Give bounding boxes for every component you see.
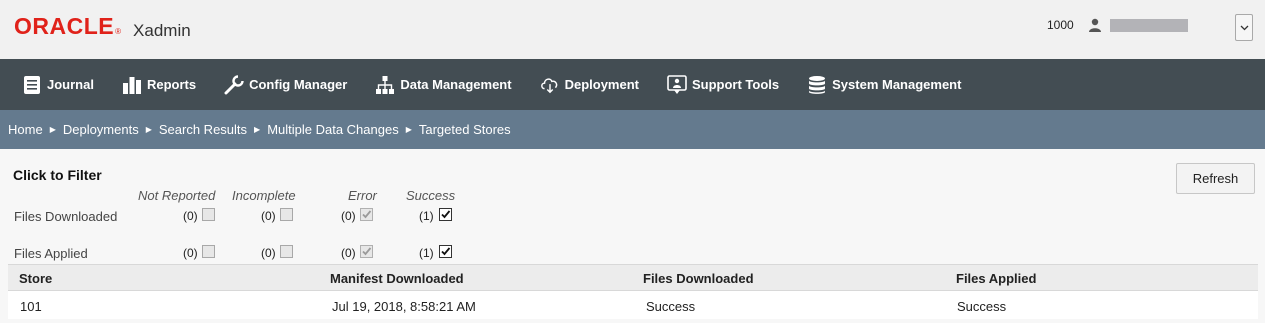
filter-count: (0) xyxy=(183,209,198,223)
filter-downloaded-success-checkbox[interactable] xyxy=(439,208,452,221)
filter-count: (1) xyxy=(419,209,434,223)
crumb-deployments[interactable]: Deployments xyxy=(63,122,139,137)
col-header-files-applied[interactable]: Files Applied xyxy=(956,271,1036,286)
cloud-download-icon xyxy=(540,75,560,95)
main-content: Click to Filter Not Reported Incomplete … xyxy=(0,149,1265,323)
nav-label: System Management xyxy=(832,77,962,92)
main-nav: Journal Reports Config Manager Data Mana… xyxy=(0,59,1265,110)
filter-row-files-applied: Files Applied xyxy=(14,246,88,261)
nav-label: Reports xyxy=(146,77,197,92)
nav-data-management[interactable]: Data Management xyxy=(375,59,512,110)
user-menu-dropdown[interactable] xyxy=(1235,14,1253,41)
filter-col-incomplete: Incomplete xyxy=(232,188,296,203)
filter-downloaded-not-reported-checkbox xyxy=(202,208,215,221)
crumb-separator-icon: ▶ xyxy=(254,125,261,134)
support-icon xyxy=(667,74,687,95)
wrench-icon xyxy=(224,74,245,95)
crumb-separator-icon: ▶ xyxy=(145,125,152,134)
filter-count: (0) xyxy=(261,246,276,260)
crumb-separator-icon: ▶ xyxy=(405,125,412,134)
registered-mark: ® xyxy=(115,27,122,36)
nav-label: Data Management xyxy=(400,77,512,92)
refresh-button[interactable]: Refresh xyxy=(1176,163,1255,194)
filter-applied-incomplete-checkbox xyxy=(280,245,293,258)
crumb-search-results[interactable]: Search Results xyxy=(159,122,247,137)
filter-col-not-reported: Not Reported xyxy=(138,188,216,203)
cell-store: 101 xyxy=(20,299,42,314)
reports-icon xyxy=(122,75,142,95)
breadcrumb: Home ▶ Deployments ▶ Search Results ▶ Mu… xyxy=(0,110,1265,149)
nav-deployment[interactable]: Deployment xyxy=(540,59,639,110)
check-icon xyxy=(362,247,372,256)
database-icon xyxy=(807,75,827,95)
col-header-store[interactable]: Store xyxy=(19,271,52,286)
user-name-redacted xyxy=(1109,18,1188,32)
filter-count: (0) xyxy=(341,209,356,223)
nav-label: Journal xyxy=(47,77,94,92)
check-icon xyxy=(441,210,451,219)
nav-support-tools[interactable]: Support Tools xyxy=(667,59,779,110)
filter-row-files-downloaded: Files Downloaded xyxy=(14,209,118,224)
cell-files-downloaded: Success xyxy=(646,299,696,314)
user-area: 1000 xyxy=(1047,18,1188,32)
table-header: Store Manifest Downloaded Files Download… xyxy=(8,264,1258,291)
filter-applied-not-reported-checkbox xyxy=(202,245,215,258)
filter-title: Click to Filter xyxy=(13,167,102,183)
crumb-home[interactable]: Home xyxy=(8,122,43,137)
filter-col-success: Success xyxy=(406,188,456,203)
store-number: 1000 xyxy=(1047,18,1074,32)
crumb-targeted-stores: Targeted Stores xyxy=(418,122,511,137)
app-name: Xadmin xyxy=(133,21,191,40)
cell-manifest-downloaded: Jul 19, 2018, 8:58:21 AM xyxy=(332,299,476,314)
filter-downloaded-error-checkbox xyxy=(360,208,373,221)
nav-label: Config Manager xyxy=(249,77,348,92)
filter-downloaded-incomplete-checkbox xyxy=(280,208,293,221)
brand: ORACLE ® Xadmin xyxy=(14,13,191,40)
filter-applied-error-checkbox xyxy=(360,245,373,258)
nav-label: Deployment xyxy=(564,77,639,92)
journal-icon xyxy=(22,75,42,95)
crumb-multiple-data-changes[interactable]: Multiple Data Changes xyxy=(267,122,399,137)
check-icon xyxy=(362,210,372,219)
nav-config-manager[interactable]: Config Manager xyxy=(224,59,347,110)
nav-label: Support Tools xyxy=(691,77,780,92)
check-icon xyxy=(441,247,451,256)
hierarchy-icon xyxy=(375,75,395,95)
filter-count: (0) xyxy=(341,246,356,260)
filter-applied-success-checkbox[interactable] xyxy=(439,245,452,258)
stores-table: Store Manifest Downloaded Files Download… xyxy=(8,264,1258,319)
oracle-logo: ORACLE xyxy=(14,13,115,39)
app-header: ORACLE ® Xadmin 1000 xyxy=(0,0,1265,59)
filter-count: (0) xyxy=(183,246,198,260)
nav-system-management[interactable]: System Management xyxy=(807,59,961,110)
cell-files-applied: Success xyxy=(957,299,1007,314)
col-header-files-downloaded[interactable]: Files Downloaded xyxy=(643,271,754,286)
crumb-separator-icon: ▶ xyxy=(49,125,56,134)
user-icon xyxy=(1088,18,1101,32)
filter-col-error: Error xyxy=(348,188,377,203)
nav-journal[interactable]: Journal xyxy=(22,59,94,110)
nav-reports[interactable]: Reports xyxy=(122,59,196,110)
filter-count: (0) xyxy=(261,209,276,223)
filter-count: (1) xyxy=(419,246,434,260)
table-row[interactable]: 101 Jul 19, 2018, 8:58:21 AM Success Suc… xyxy=(8,291,1258,319)
col-header-manifest-downloaded[interactable]: Manifest Downloaded xyxy=(330,271,464,286)
chevron-down-icon xyxy=(1240,25,1248,30)
